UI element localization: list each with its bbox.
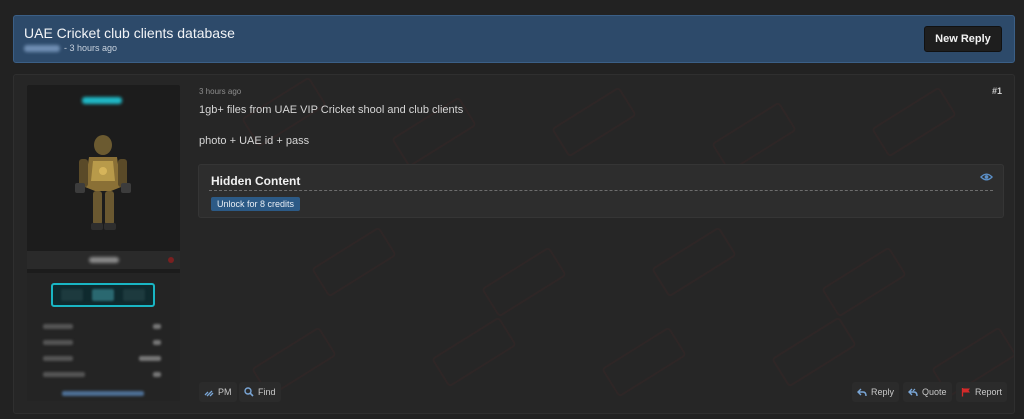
user-profile-link[interactable]: [62, 391, 144, 396]
stat-row-reputation: [43, 369, 161, 379]
hidden-content-box: Hidden Content Unlock for 8 credits: [198, 164, 1004, 218]
post: 3 hours ago #1 1gb+ files from UAE VIP C…: [13, 74, 1015, 414]
pm-icon: [204, 390, 214, 397]
user-stats: [27, 273, 180, 401]
report-button[interactable]: Report: [956, 382, 1008, 402]
reply-icon: [857, 388, 867, 397]
quote-icon: [908, 388, 918, 397]
pm-label: PM: [218, 387, 232, 397]
stat-row-posts: [43, 321, 161, 331]
thread-header: UAE Cricket club clients database - 3 ho…: [13, 15, 1015, 63]
hidden-content-divider: [209, 190, 993, 191]
username-blurred[interactable]: [82, 97, 122, 104]
quote-label: Quote: [922, 387, 947, 397]
reply-label: Reply: [871, 387, 895, 397]
thread-meta: - 3 hours ago: [24, 43, 117, 53]
eye-icon[interactable]: [980, 172, 993, 182]
report-label: Report: [975, 387, 1003, 397]
online-status-icon: [168, 257, 174, 263]
flag-icon: [961, 388, 970, 397]
unlock-button[interactable]: Unlock for 8 credits: [211, 197, 301, 211]
thread-title: UAE Cricket club clients database: [24, 25, 235, 41]
post-body-line: 1gb+ files from UAE VIP Cricket shool an…: [199, 104, 464, 116]
post-body-line: photo + UAE id + pass: [199, 135, 310, 147]
avatar[interactable]: [67, 125, 139, 235]
find-label: Find: [258, 387, 276, 397]
stat-row-threads: [43, 337, 161, 347]
thread-author-blurred[interactable]: [24, 44, 60, 52]
user-title-blurred: [88, 257, 119, 263]
user-cell: [27, 85, 180, 401]
user-badge: [51, 283, 155, 307]
pm-button[interactable]: PM: [199, 382, 237, 402]
reply-button[interactable]: Reply: [852, 382, 900, 402]
stat-row-joined: [43, 353, 161, 363]
user-title: [27, 251, 180, 269]
post-number[interactable]: #1: [992, 86, 1002, 96]
new-reply-button[interactable]: New Reply: [924, 26, 1002, 52]
thread-time: - 3 hours ago: [64, 43, 118, 53]
find-button[interactable]: Find: [239, 382, 281, 402]
hidden-content-title: Hidden Content: [211, 174, 301, 188]
post-date[interactable]: 3 hours ago: [199, 87, 241, 96]
quote-button[interactable]: Quote: [903, 382, 952, 402]
search-icon: [244, 387, 254, 397]
